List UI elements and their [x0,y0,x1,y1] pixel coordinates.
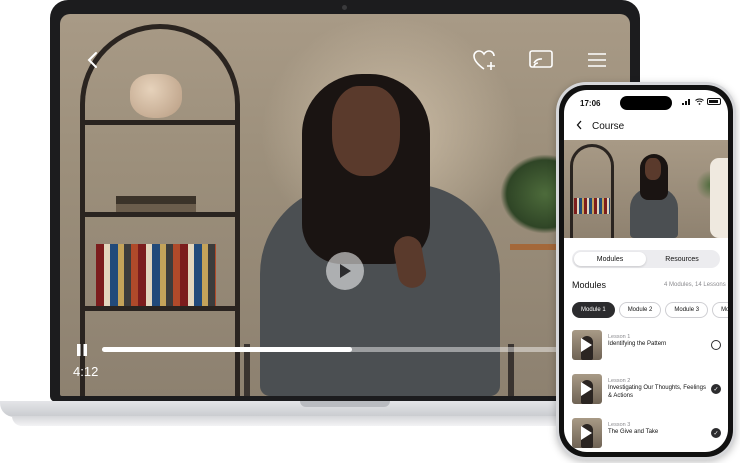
lesson-thumbnail [572,330,602,360]
laptop-camera [342,5,347,10]
completion-check-icon[interactable]: ✓ [711,384,721,394]
phone-bezel: 17:06 Course Modules Resources Modules 4… [559,85,733,457]
chevron-left-icon[interactable] [576,120,582,133]
dynamic-island [620,96,672,110]
status-time: 17:06 [580,99,601,108]
segmented-control: Modules Resources [572,250,720,268]
shelf-board [85,120,235,125]
play-icon [581,338,592,352]
progress-bar[interactable] [102,347,602,352]
lesson-thumbnail [572,418,602,448]
book-stack [116,196,196,212]
progress-fill [102,347,352,352]
lesson-title: The Give and Take [608,429,659,435]
vase [130,74,182,118]
wall-panel [710,158,728,238]
status-bar: 17:06 [564,90,728,114]
lesson-title: Investigating Our Thoughts, Feelings & A… [608,385,706,399]
bookshelf [570,144,614,238]
presenter-face [645,158,661,180]
modules-heading: Modules [572,280,607,290]
play-icon [340,264,351,278]
heart-plus-icon[interactable] [472,48,498,72]
phone-frame: 17:06 Course Modules Resources Modules 4… [556,82,736,460]
shelf-board [85,212,235,217]
battery-icon [707,98,721,105]
lesson-title: Identifying the Pattern [608,341,667,347]
books [96,244,216,306]
signal-icon [682,99,690,105]
video-player[interactable]: 4:12 [60,14,630,396]
presenter-face [332,86,400,176]
play-icon [581,426,592,440]
course-video-thumbnail[interactable] [564,140,728,238]
module-chips: Module 1 Module 2 Module 3 Module 4 [572,302,728,318]
laptop-notch [300,401,390,407]
presenter [626,154,682,238]
shelf-board [85,306,235,311]
tab-resources[interactable]: Resources [646,252,718,266]
completion-check-icon[interactable]: ✓ [711,428,721,438]
play-icon [581,382,592,396]
lesson-item[interactable]: Lesson 1 Identifying the Pattern [572,330,722,360]
course-header: Course [576,120,624,133]
product-mockup: 4:12 17:06 Course Modules Resources Modu… [0,0,740,463]
lesson-thumbnail [572,374,602,404]
status-icons [682,98,721,105]
lesson-item[interactable]: Lesson 3 The Give and Take ✓ [572,418,722,448]
pause-icon[interactable] [74,342,90,358]
module-chip[interactable]: Module 2 [618,302,662,318]
modules-count: 4 Modules, 14 Lessons [664,282,726,288]
cast-icon[interactable] [528,48,554,72]
elapsed-time: 4:12 [73,364,99,379]
completion-circle-icon[interactable] [711,340,721,350]
play-button[interactable] [326,252,364,290]
module-chip[interactable]: Module 1 [572,302,615,318]
module-chip[interactable]: Module 4 [712,302,728,318]
wifi-icon [695,98,704,105]
chevron-left-icon[interactable] [82,50,102,70]
books [574,198,610,214]
lesson-number: Lesson 2 [608,378,631,384]
lesson-number: Lesson 1 [608,334,631,340]
tab-modules[interactable]: Modules [574,252,646,266]
module-chip[interactable]: Module 3 [665,302,709,318]
course-title: Course [592,121,625,132]
hamburger-menu-icon[interactable] [586,50,608,70]
lesson-number: Lesson 3 [608,422,631,428]
lesson-item[interactable]: Lesson 2 Investigating Our Thoughts, Fee… [572,374,722,404]
phone-screen: 17:06 Course Modules Resources Modules 4… [564,90,728,452]
